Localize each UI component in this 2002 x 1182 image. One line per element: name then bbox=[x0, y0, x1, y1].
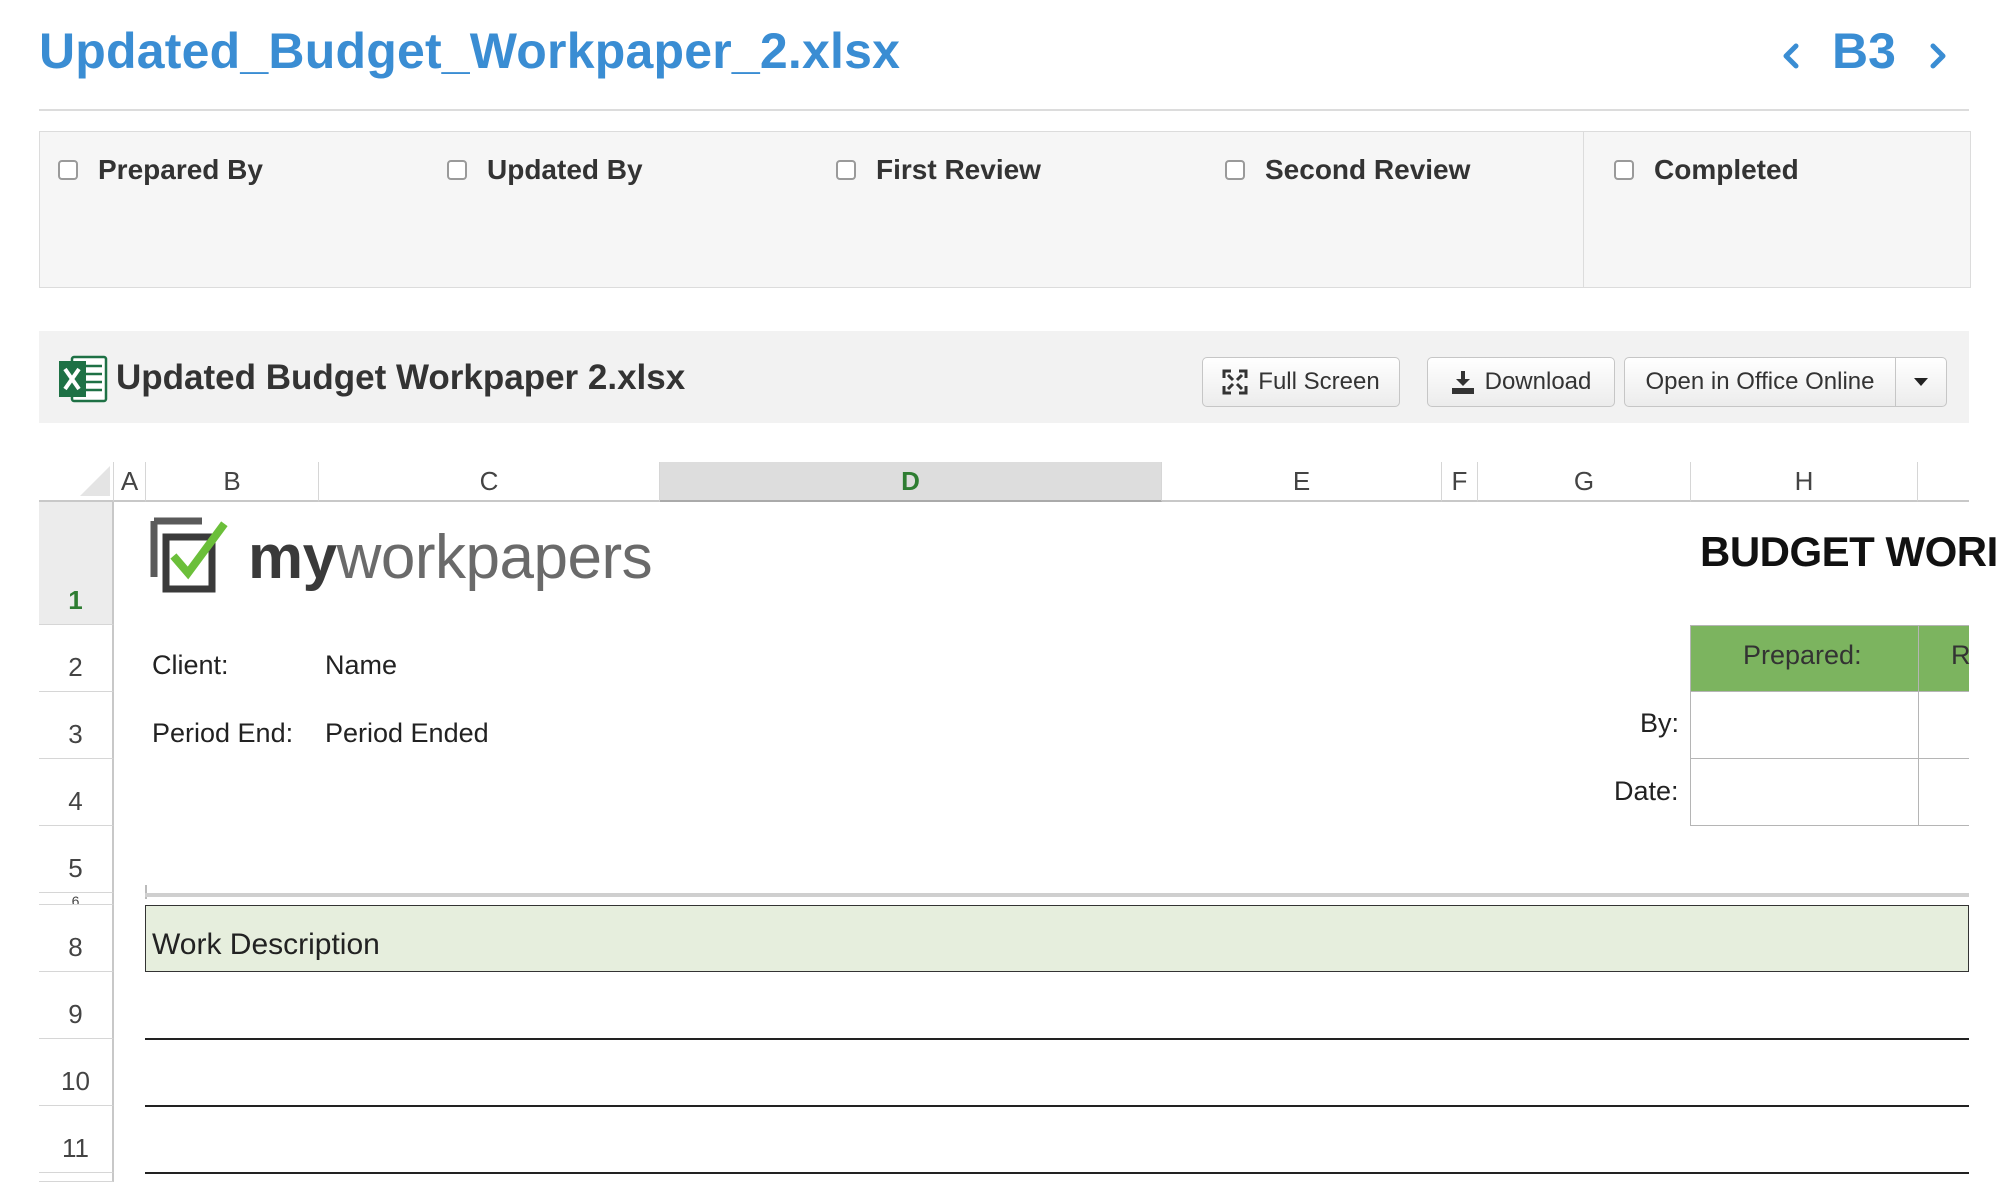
row-header-2[interactable]: 2 bbox=[39, 625, 114, 692]
sheet-title: BUDGET WORI bbox=[1700, 528, 1998, 575]
row-header-6[interactable]: 6 bbox=[39, 893, 114, 905]
prepared-date-cell[interactable] bbox=[1690, 758, 1919, 826]
column-header-c[interactable]: C bbox=[319, 462, 660, 502]
caret-down-icon bbox=[1914, 378, 1928, 386]
row-header-12[interactable] bbox=[39, 1173, 114, 1182]
column-header-a[interactable]: A bbox=[114, 462, 146, 502]
header-divider bbox=[39, 109, 1969, 111]
row-header-11[interactable]: 11 bbox=[39, 1106, 114, 1173]
row-header-3[interactable]: 3 bbox=[39, 692, 114, 759]
signoff-label: Prepared By bbox=[98, 154, 263, 185]
period-end-label: Period End: bbox=[152, 718, 294, 748]
by-label: By: bbox=[1640, 708, 1680, 738]
column-header-e[interactable]: E bbox=[1162, 462, 1442, 502]
next-cell-button[interactable] bbox=[1925, 36, 1951, 76]
prepared-by-cell[interactable] bbox=[1690, 691, 1919, 759]
cell-reference: B3 bbox=[1832, 23, 1896, 79]
first-review-checkbox[interactable] bbox=[836, 160, 856, 180]
second-review-checkbox[interactable] bbox=[1225, 160, 1245, 180]
signoff-label: Second Review bbox=[1265, 154, 1471, 185]
signoff-first-review[interactable]: First Review bbox=[836, 152, 1041, 188]
download-button[interactable]: Download bbox=[1427, 357, 1615, 407]
client-value[interactable]: Name bbox=[325, 650, 397, 681]
reviewed-date-cell[interactable] bbox=[1918, 758, 1969, 826]
completed-checkbox[interactable] bbox=[1614, 160, 1634, 180]
open-options-dropdown[interactable] bbox=[1895, 357, 1947, 407]
signoff-updated-by[interactable]: Updated By bbox=[447, 152, 643, 188]
expand-icon bbox=[1222, 369, 1248, 395]
chevron-left-icon bbox=[1783, 43, 1799, 69]
myworkpapers-logo-text: myworkpapers bbox=[248, 523, 653, 592]
open-office-online-button[interactable]: Open in Office Online bbox=[1624, 357, 1896, 407]
row-header-4[interactable]: 4 bbox=[39, 759, 114, 826]
signoff-completed[interactable]: Completed bbox=[1614, 152, 1799, 188]
updated-by-checkbox[interactable] bbox=[447, 160, 467, 180]
full-screen-button[interactable]: Full Screen bbox=[1202, 357, 1400, 407]
freeze-pane-line bbox=[145, 893, 1969, 897]
column-header-next[interactable] bbox=[1918, 462, 1969, 502]
corner-triangle bbox=[80, 466, 110, 496]
row-header-10[interactable]: 10 bbox=[39, 1039, 114, 1106]
reviewed-header-partial: R bbox=[1951, 640, 1971, 670]
row-10-underline bbox=[145, 1105, 1969, 1107]
file-title: Updated_Budget_Workpaper_2.xlsx bbox=[39, 23, 901, 79]
reviewed-by-cell[interactable] bbox=[1918, 691, 1969, 759]
column-header-f[interactable]: F bbox=[1442, 462, 1478, 502]
period-end-value[interactable]: Period Ended bbox=[325, 718, 489, 749]
signoff-prepared-by[interactable]: Prepared By bbox=[58, 152, 263, 188]
work-description-header[interactable] bbox=[145, 905, 1969, 972]
chevron-right-icon bbox=[1930, 43, 1946, 69]
signoff-label: Updated By bbox=[487, 154, 643, 185]
myworkpapers-logo-icon bbox=[150, 517, 232, 602]
date-label: Date: bbox=[1614, 776, 1679, 806]
column-header-g[interactable]: G bbox=[1478, 462, 1691, 502]
full-screen-label: Full Screen bbox=[1258, 368, 1380, 395]
download-label: Download bbox=[1484, 368, 1592, 395]
row-header-1[interactable]: 1 bbox=[39, 502, 114, 625]
signoff-label: Completed bbox=[1654, 154, 1799, 185]
download-icon bbox=[1451, 371, 1474, 394]
open-office-online-label: Open in Office Online bbox=[1645, 368, 1875, 395]
row-header-8[interactable]: 8 bbox=[39, 905, 114, 972]
viewer-title: Updated Budget Workpaper 2.xlsx bbox=[116, 358, 686, 397]
column-header-b[interactable]: B bbox=[146, 462, 319, 502]
row-11-underline bbox=[145, 1172, 1969, 1174]
client-label: Client: bbox=[152, 650, 229, 680]
signoff-second-review[interactable]: Second Review bbox=[1225, 152, 1470, 188]
row-header-9[interactable]: 9 bbox=[39, 972, 114, 1039]
prepared-header-text: Prepared: bbox=[1743, 640, 1862, 670]
signoff-divider bbox=[1583, 131, 1584, 288]
column-header-d[interactable]: D bbox=[660, 462, 1162, 502]
work-description-label: Work Description bbox=[152, 928, 380, 961]
previous-cell-button[interactable] bbox=[1778, 36, 1804, 76]
signoff-label: First Review bbox=[876, 154, 1041, 185]
row-header-5[interactable]: 5 bbox=[39, 826, 114, 893]
row-9-underline bbox=[145, 1038, 1969, 1040]
prepared-by-checkbox[interactable] bbox=[58, 160, 78, 180]
excel-icon bbox=[58, 354, 108, 404]
column-header-h[interactable]: H bbox=[1691, 462, 1918, 502]
